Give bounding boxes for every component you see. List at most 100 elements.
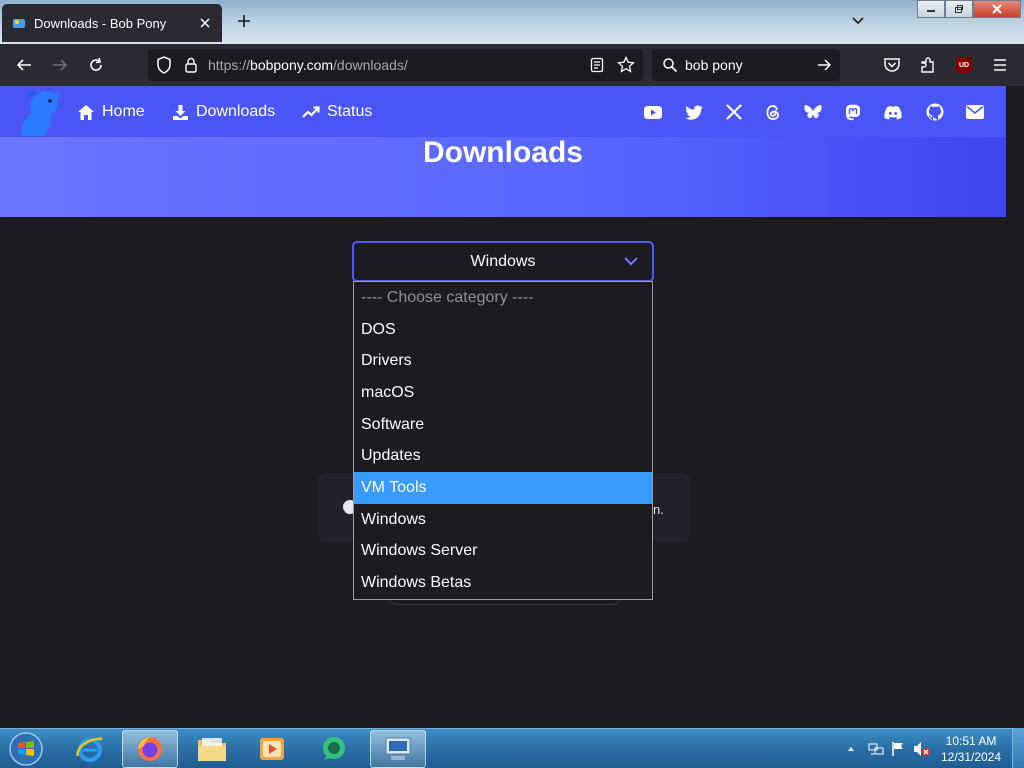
forward-arrow-icon	[53, 59, 68, 71]
taskbar-firefox[interactable]	[122, 730, 178, 768]
nav-downloads-link[interactable]: Downloads	[172, 101, 275, 123]
bluesky-link[interactable]	[804, 103, 822, 121]
nav-downloads-label: Downloads	[196, 103, 276, 120]
nav-home-label: Home	[102, 103, 145, 120]
threads-link[interactable]	[764, 103, 782, 121]
action-center-flag-icon[interactable]	[891, 741, 905, 757]
close-tab-icon[interactable]	[198, 16, 212, 30]
discord-link[interactable]	[884, 103, 902, 121]
category-option-placeholder[interactable]: ---- Choose category ----	[354, 282, 652, 314]
search-bar[interactable]: bob pony	[652, 49, 840, 81]
browser-tab[interactable]: Downloads - Bob Pony	[2, 4, 222, 42]
twitter-icon	[685, 105, 703, 120]
reader-view-icon[interactable]	[590, 57, 604, 73]
url-host: bobpony.com	[250, 57, 334, 73]
nav-home-link[interactable]: Home	[77, 101, 145, 123]
category-select-value: Windows	[470, 252, 536, 270]
trend-line-icon	[302, 106, 320, 118]
bookmark-star-icon[interactable]	[617, 56, 635, 74]
url-scheme: https://	[208, 57, 251, 73]
taskbar-internet-explorer[interactable]	[62, 730, 118, 768]
notice-text-fragment: n.	[653, 502, 664, 517]
search-go-arrow-icon[interactable]	[816, 57, 832, 73]
taskbar-clock[interactable]: 10:51 AM 12/31/2024	[936, 733, 1006, 765]
ublock-badge: UD	[956, 57, 972, 73]
email-icon	[966, 105, 984, 119]
search-text: bob pony	[685, 57, 743, 73]
back-button[interactable]	[14, 55, 34, 75]
browser-toolbar: https://bobpony.com/downloads/ bob pony …	[0, 44, 1024, 86]
home-icon	[78, 104, 94, 120]
app-menu-button[interactable]	[990, 55, 1010, 75]
category-option-windows[interactable]: Windows	[354, 504, 652, 536]
back-arrow-icon	[16, 59, 31, 71]
category-option-software[interactable]: Software	[354, 409, 652, 441]
puzzle-piece-icon	[921, 57, 934, 73]
github-link[interactable]	[926, 103, 944, 121]
list-all-tabs-icon[interactable]	[851, 14, 865, 28]
pocket-button[interactable]	[882, 55, 902, 75]
twitter-link[interactable]	[685, 103, 703, 121]
web-page: Home Downloads Status Downloads n. Windo…	[0, 86, 1006, 728]
firefox-icon	[138, 737, 162, 761]
hamburger-menu-icon	[994, 59, 1006, 71]
new-tab-icon[interactable]	[236, 13, 252, 29]
youtube-link[interactable]	[644, 103, 662, 121]
site-favicon-icon	[13, 19, 25, 28]
media-player-icon	[260, 738, 284, 760]
taskbar-remote-desktop[interactable]	[370, 730, 426, 768]
windows-orb-icon	[9, 732, 43, 766]
taskbar-file-explorer[interactable]	[184, 730, 240, 768]
category-select[interactable]: Windows	[352, 241, 654, 282]
url-path: /downloads/	[333, 57, 408, 73]
search-icon	[663, 58, 678, 73]
windows-taskbar: 10:51 AM 12/31/2024	[0, 728, 1024, 768]
minimize-button[interactable]	[917, 0, 945, 18]
chevron-down-icon	[624, 257, 638, 266]
bluesky-butterfly-icon	[804, 105, 822, 119]
category-dropdown-list: ---- Choose category ---- DOS Drivers ma…	[353, 281, 653, 600]
nav-status-link[interactable]: Status	[302, 101, 372, 123]
mastodon-link[interactable]	[844, 103, 862, 121]
show-hidden-icons-arrow-icon[interactable]	[847, 745, 855, 753]
youtube-icon	[644, 105, 662, 119]
start-button[interactable]	[4, 729, 48, 768]
address-bar[interactable]: https://bobpony.com/downloads/	[148, 49, 643, 81]
show-desktop-button[interactable]	[1012, 728, 1024, 768]
extensions-button[interactable]	[918, 55, 938, 75]
close-window-button[interactable]	[973, 0, 1021, 18]
category-option-updates[interactable]: Updates	[354, 440, 652, 472]
network-icon[interactable]	[868, 741, 884, 757]
category-option-drivers[interactable]: Drivers	[354, 345, 652, 377]
site-navigation: Home Downloads Status	[0, 86, 1006, 137]
email-link[interactable]	[966, 103, 984, 121]
clock-date: 12/31/2024	[940, 750, 1002, 764]
page-scrollbar[interactable]	[1006, 86, 1024, 728]
window-controls	[917, 0, 1021, 18]
x-link[interactable]	[725, 103, 743, 121]
category-option-dos[interactable]: DOS	[354, 314, 652, 346]
volume-muted-icon[interactable]	[913, 741, 931, 757]
reload-button[interactable]	[86, 55, 106, 75]
reload-icon	[90, 57, 102, 71]
restore-icon	[955, 5, 963, 13]
taskbar-media-player[interactable]	[244, 730, 300, 768]
computer-monitor-icon	[385, 737, 411, 760]
ublock-origin-button[interactable]: UD	[954, 55, 974, 75]
category-option-windows-server[interactable]: Windows Server	[354, 536, 652, 568]
category-option-vm-tools[interactable]: VM Tools	[354, 472, 652, 504]
forward-button[interactable]	[50, 55, 70, 75]
system-tray: 10:51 AM 12/31/2024	[840, 729, 1024, 768]
tab-title: Downloads - Bob Pony	[34, 15, 167, 31]
category-option-windows-betas[interactable]: Windows Betas	[354, 567, 652, 599]
bob-pony-logo[interactable]	[12, 88, 64, 138]
threads-icon	[766, 104, 779, 120]
internet-explorer-icon	[76, 737, 103, 762]
lock-icon[interactable]	[184, 56, 198, 74]
tracking-protection-shield-icon[interactable]	[156, 56, 172, 74]
category-option-macos[interactable]: macOS	[354, 377, 652, 409]
github-icon	[926, 103, 944, 121]
taskbar-communicator[interactable]	[306, 730, 362, 768]
restore-button[interactable]	[945, 0, 973, 18]
discord-icon	[884, 105, 902, 119]
